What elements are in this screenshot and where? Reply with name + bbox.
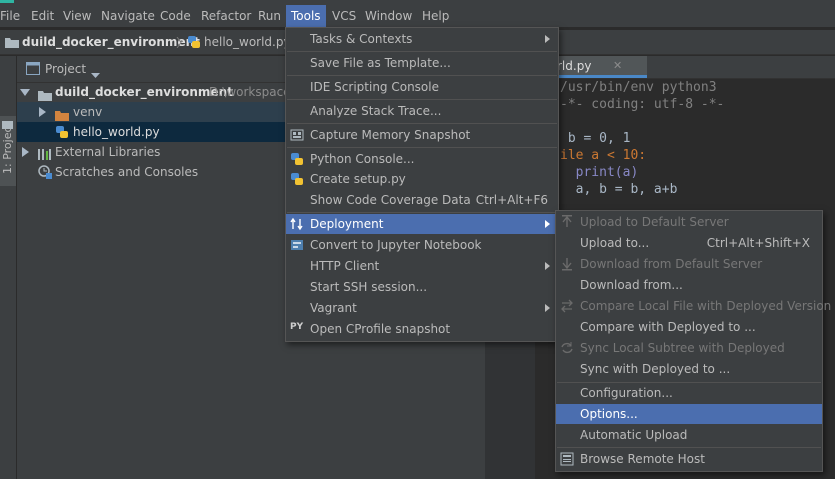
menu-bar: File Edit View Navigate Code Refactor Ru… [0,5,835,27]
download-icon [560,257,574,271]
menu-item-download-from[interactable]: Download from... [556,275,822,295]
menu-item-show-code-coverage[interactable]: Show Code Coverage Data Ctrl+Alt+F6 [286,190,558,210]
code-line-4: b = 0, 1 [560,131,631,146]
tree-item-label: venv [73,105,103,119]
submenu-arrow-icon [545,220,550,228]
code-line-7: a, b = b, a+b [560,182,678,197]
menu-view[interactable]: View [58,5,96,27]
deployment-submenu: Upload to Default Server Upload to... Ctr… [555,210,831,472]
code-line-6: print(a) [560,165,639,180]
menu-item-vagrant[interactable]: Vagrant [286,298,558,318]
menu-item-save-template[interactable]: Save File as Template... [286,53,558,73]
menu-run[interactable]: Run [253,5,286,27]
tree-root-name: duild_docker_environment [55,85,233,99]
menu-item-analyze-stack-trace[interactable]: Analyze Stack Trace... [286,101,558,121]
close-icon[interactable]: ✕ [613,56,622,76]
breadcrumb-separator-icon [176,36,182,51]
menu-item-http-client[interactable]: HTTP Client [286,256,558,276]
browse-icon [560,452,574,466]
menu-item-ide-scripting-console[interactable]: IDE Scripting Console [286,77,558,97]
menu-item-deployment[interactable]: Deployment [286,214,558,234]
menu-navigate[interactable]: Navigate [96,5,160,27]
project-folder-icon [5,37,19,51]
code-line-5: ile a < 10: [560,148,647,163]
tree-item-label: Scratches and Consoles [55,165,199,179]
python-file-icon [187,35,201,52]
menu-tools[interactable]: Tools [286,5,326,27]
menu-item-browse-remote-host[interactable]: Browse Remote Host [556,449,822,469]
menu-item-configuration[interactable]: Configuration... [556,383,822,403]
menu-help[interactable]: Help [417,5,454,27]
expand-caret-icon[interactable] [20,89,30,96]
breadcrumb-project[interactable]: duild_docker_environment [22,30,200,54]
tree-root-path: D:\workspace\ [209,85,295,99]
expand-caret-icon[interactable] [39,107,46,117]
code-line-1: /usr/bin/env python3 [560,80,717,95]
menu-item-open-cprofile[interactable]: PY Open CProfile snapshot [286,319,558,339]
menu-item-compare-deployed-to[interactable]: Compare with Deployed to ... [556,317,822,337]
menu-item-upload-default-server[interactable]: Upload to Default Server [556,212,822,232]
menu-item-tasks-contexts[interactable]: Tasks & Contexts [286,29,558,49]
menu-item-capture-memory-snapshot[interactable]: Capture Memory Snapshot [286,125,558,145]
code-line-2: -*- coding: utf-8 -*- [560,97,725,112]
memory-icon [290,128,304,142]
upload-icon [560,215,574,229]
menu-edit[interactable]: Edit [26,5,59,27]
project-view-title[interactable]: Project [45,56,86,82]
python-setup-icon [290,172,304,186]
jupyter-icon [290,238,304,252]
cprofile-icon: PY [290,322,304,332]
submenu-arrow-icon [545,262,550,270]
sync-icon [560,341,574,355]
scratches-icon [38,165,52,185]
menu-item-compare-local-file[interactable]: Compare Local File with Deployed Version [556,296,831,316]
menu-code[interactable]: Code [155,5,196,27]
compare-icon [560,299,574,313]
menu-item-automatic-upload[interactable]: Automatic Upload [556,425,822,445]
project-view-icon [26,62,40,78]
python-icon [290,152,304,166]
folder-icon [2,118,13,132]
chevron-down-icon[interactable] [91,67,100,81]
editor-tab-hello-world[interactable]: rld.py ✕ [555,56,647,78]
app-accent [0,0,14,3]
menu-item-sync-local-subtree[interactable]: Sync Local Subtree with Deployed [556,338,822,358]
menu-item-python-console[interactable]: Python Console... [286,149,558,169]
tree-item-label: External Libraries [55,145,161,159]
editor-tab-bar: rld.py ✕ [535,56,835,79]
menu-item-options[interactable]: Options... [556,404,822,424]
menu-vcs[interactable]: VCS [327,5,361,27]
menu-refactor[interactable]: Refactor [196,5,256,27]
menu-file[interactable]: File [0,5,25,27]
menu-item-download-default-server[interactable]: Download from Default Server [556,254,822,274]
tree-item-label: hello_world.py [73,125,160,139]
tool-window-strip: 1: Project [0,56,17,479]
menu-item-upload-to[interactable]: Upload to... Ctrl+Alt+Shift+X [556,233,822,253]
menu-window[interactable]: Window [360,5,417,27]
menu-item-start-ssh[interactable]: Start SSH session... [286,277,558,297]
expand-caret-icon[interactable] [22,147,29,157]
editor-tab-label: rld.py [557,59,592,73]
menu-item-convert-jupyter[interactable]: Convert to Jupyter Notebook [286,235,558,255]
deployment-icon [290,217,304,231]
tools-menu: Tasks & Contexts Save File as Template..… [285,27,559,342]
menu-item-sync-deployed-to[interactable]: Sync with Deployed to ... [556,359,822,379]
submenu-arrow-icon [545,304,550,312]
breadcrumb-file[interactable]: hello_world.py [204,30,291,54]
submenu-arrow-icon [545,35,550,43]
menu-item-create-setup[interactable]: Create setup.py [286,169,558,189]
